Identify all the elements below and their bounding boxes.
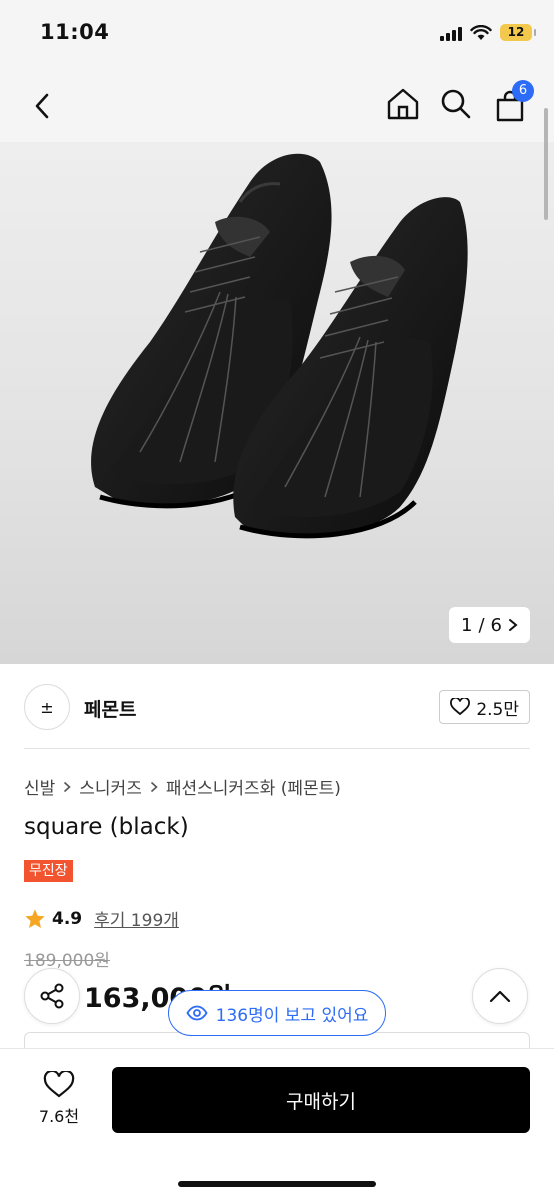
current-image-number: 1 [461, 614, 473, 636]
scroll-top-button[interactable] [472, 968, 528, 1024]
status-icons: 12 [440, 24, 536, 41]
product-title: square (black) [24, 814, 189, 840]
home-icon [387, 88, 419, 120]
share-icon [40, 983, 64, 1009]
chevron-up-icon [489, 990, 511, 1003]
brand-logo[interactable]: ± [24, 684, 70, 730]
promo-tag: 무진장 [24, 860, 73, 882]
image-page-indicator[interactable]: 1 / 6 [449, 607, 530, 643]
chevron-right-icon [150, 781, 158, 792]
viewers-text: 136명이 보고 있어요 [215, 1005, 369, 1026]
brand-like-count: 2.5만 [476, 699, 519, 720]
status-bar: 11:04 12 [0, 0, 554, 70]
seller-row: ± 페몬트 2.5만 [24, 684, 530, 730]
battery-level: 12 [507, 25, 525, 39]
chevron-right-icon [509, 619, 518, 631]
eye-icon [186, 1005, 208, 1021]
status-time: 11:04 [40, 20, 110, 44]
home-indicator [178, 1181, 376, 1187]
cart-button[interactable]: 6 [488, 80, 534, 128]
home-button[interactable] [381, 82, 425, 126]
breadcrumb: 신발 스니커즈 패션스니커즈화 (페몬트) [24, 774, 341, 799]
divider [24, 748, 530, 749]
brand-logo-symbol: ± [40, 697, 54, 717]
viewers-pill: 136명이 보고 있어요 [168, 990, 386, 1036]
chevron-left-icon [35, 93, 49, 119]
brand-like-button[interactable]: 2.5만 [439, 690, 530, 724]
page-separator: / [478, 614, 485, 636]
breadcrumb-item[interactable]: 신발 [24, 774, 55, 799]
back-button[interactable] [20, 84, 64, 128]
battery-icon: 12 [500, 24, 536, 41]
cellular-signal-icon [440, 25, 462, 41]
heart-icon [450, 698, 471, 716]
wifi-icon [470, 24, 492, 40]
original-price: 189,000원 [24, 951, 110, 971]
buy-button[interactable]: 구매하기 [112, 1067, 530, 1133]
bottom-action-bar: 7.6천 구매하기 [0, 1048, 554, 1200]
scrollbar[interactable] [544, 108, 548, 220]
search-icon [441, 89, 471, 119]
rating-row: 4.9 후기 199개 [24, 906, 179, 931]
wishlist-button[interactable]: 7.6천 [24, 1071, 94, 1127]
search-button[interactable] [434, 82, 478, 126]
breadcrumb-item[interactable]: 패션스니커즈화 (페몬트) [166, 774, 341, 799]
total-image-count: 6 [490, 614, 502, 636]
share-button[interactable] [24, 968, 80, 1024]
star-icon [25, 908, 45, 928]
product-image-gallery[interactable]: 1 / 6 [0, 142, 554, 664]
top-navigation: 6 [0, 70, 554, 142]
wishlist-count: 7.6천 [38, 1107, 80, 1126]
chevron-right-icon [64, 781, 71, 792]
rating-score: 4.9 [52, 908, 83, 929]
breadcrumb-item[interactable]: 스니커즈 [79, 774, 142, 799]
cart-count-badge: 6 [512, 80, 534, 102]
brand-name[interactable]: 페몬트 [84, 695, 136, 722]
review-count-link[interactable]: 후기 199개 [94, 906, 179, 931]
product-photo [91, 153, 468, 539]
heart-icon [43, 1071, 75, 1098]
